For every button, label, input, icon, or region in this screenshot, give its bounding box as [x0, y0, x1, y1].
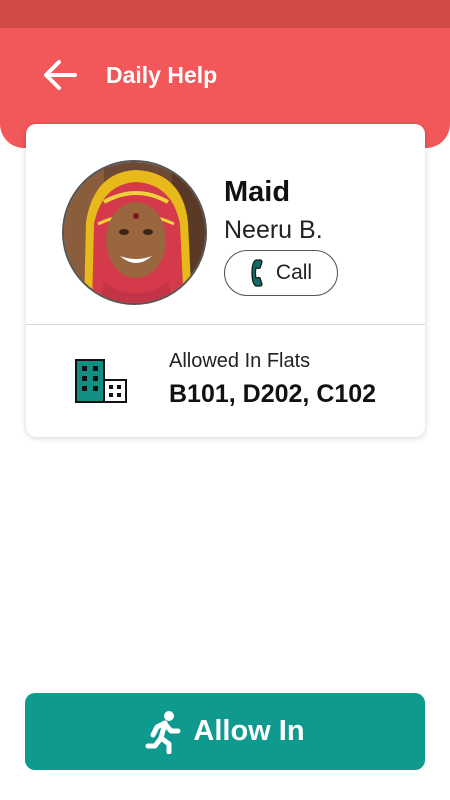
call-label: Call: [275, 261, 313, 284]
status-bar: [0, 0, 450, 28]
phone-icon: [251, 259, 263, 287]
back-button[interactable]: [40, 56, 80, 94]
flats-label: Allowed In Flats: [169, 350, 311, 372]
page-title: Daily Help: [106, 62, 218, 88]
running-person-icon: [145, 710, 181, 754]
person-name: Neeru B.: [224, 216, 323, 244]
profile-card: Maid Neeru B. Call Allowed In Flats B101…: [26, 124, 425, 437]
building-icon: [75, 359, 127, 403]
call-button[interactable]: Call: [224, 250, 338, 296]
role-title: Maid: [224, 176, 291, 208]
card-divider: [26, 324, 425, 325]
allow-in-label: Allow In: [193, 715, 305, 747]
daily-help-screen: Daily Help Maid Neeru B. Call Allowed In…: [0, 0, 450, 800]
flats-value: B101, D202, C102: [169, 380, 377, 408]
arrow-left-icon: [44, 60, 77, 90]
avatar: [62, 160, 207, 305]
allow-in-button[interactable]: Allow In: [25, 693, 425, 770]
